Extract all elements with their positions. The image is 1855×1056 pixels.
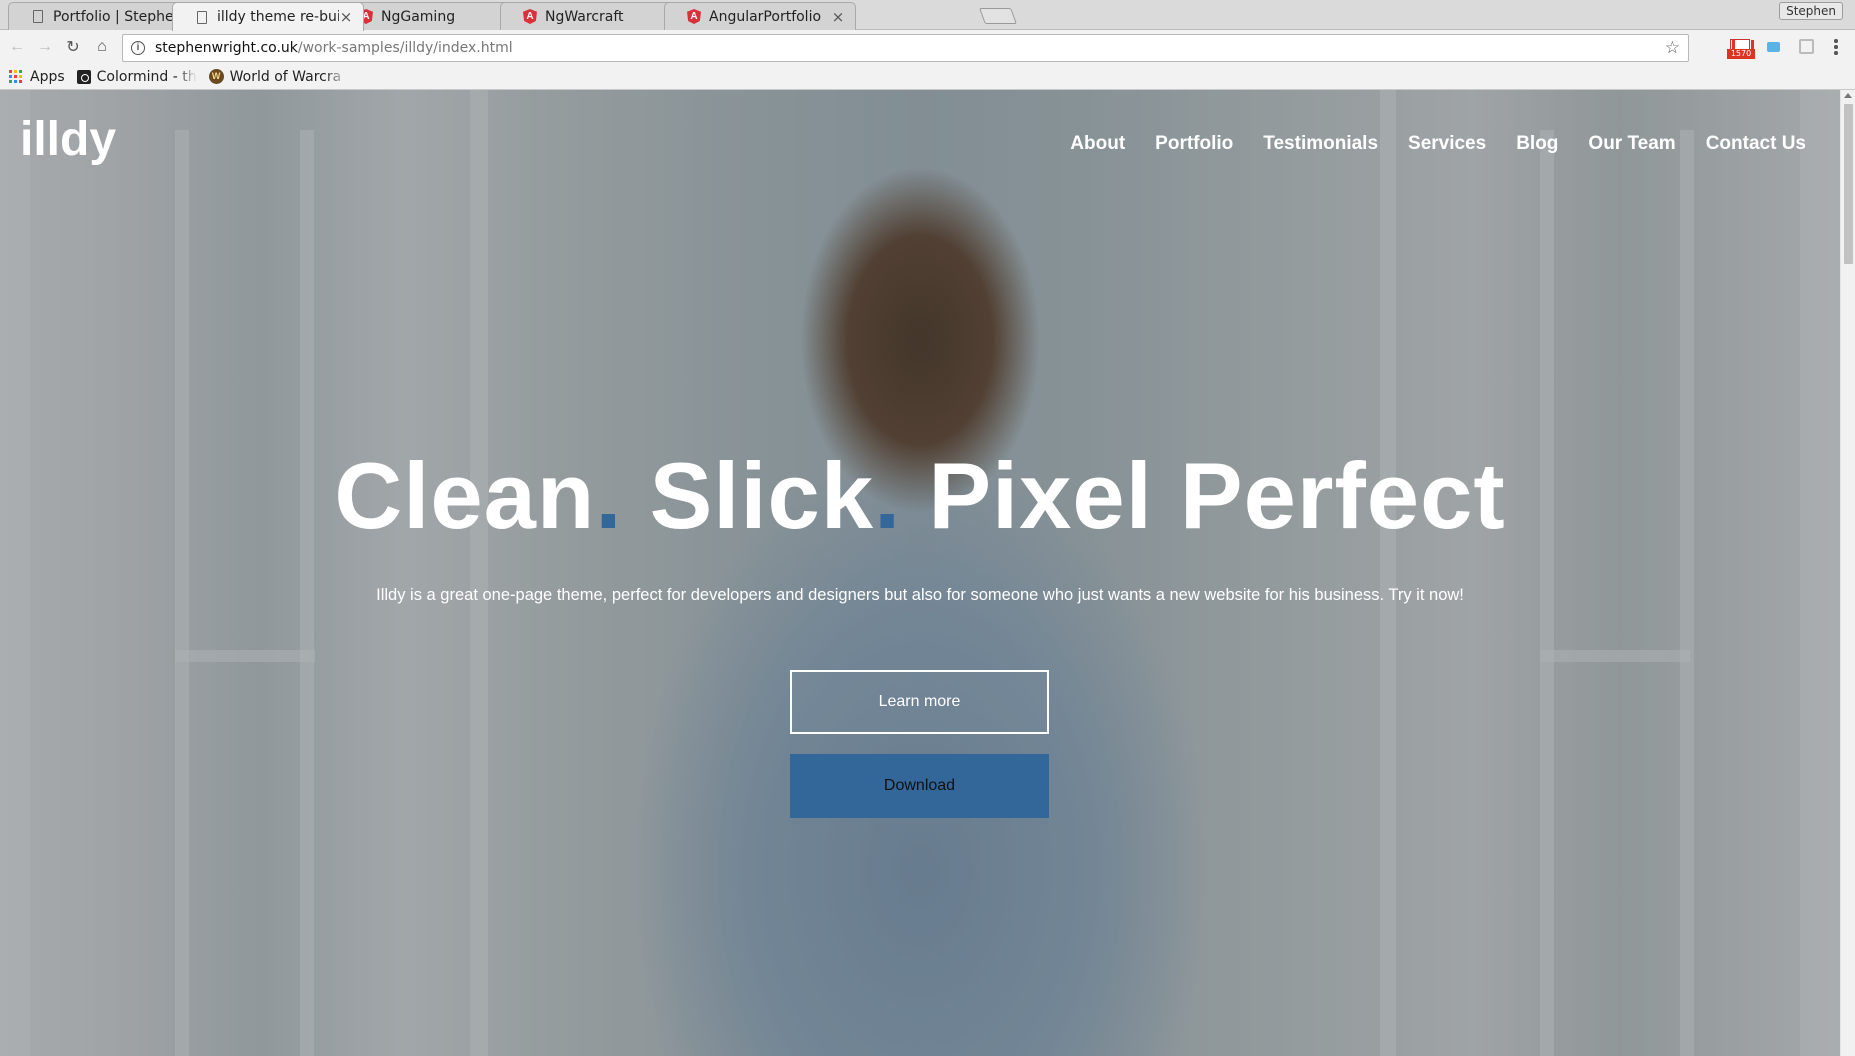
headline-word-1: Clean <box>334 443 596 548</box>
nav-blog[interactable]: Blog <box>1516 133 1558 155</box>
headline-word-3: Pixel Perfect <box>928 443 1506 548</box>
bookmarks-bar: Apps Colormind - the s W World of Warcra <box>0 64 1855 90</box>
hero-headline: Clean. Slick. Pixel Perfect <box>0 442 1840 550</box>
home-icon[interactable]: ⌂ <box>91 36 113 58</box>
bookmark-colormind[interactable]: Colormind - the s <box>76 68 197 85</box>
learn-more-button[interactable]: Learn more <box>790 670 1049 734</box>
browser-toolbar: ← → ↻ ⌂ i stephenwright.co.uk/work-sampl… <box>0 30 1855 64</box>
nav-our-team[interactable]: Our Team <box>1588 133 1675 155</box>
tab-title: NgWarcraft <box>545 8 624 25</box>
download-button[interactable]: Download <box>790 754 1049 818</box>
site-nav: About Portfolio Testimonials Services Bl… <box>1070 133 1806 155</box>
chat-extension-icon[interactable] <box>1767 39 1783 57</box>
reload-icon[interactable]: ↻ <box>62 36 84 58</box>
tab-title: AngularPortfolio <box>709 8 822 25</box>
profile-button[interactable]: Stephen <box>1779 2 1843 20</box>
new-tab-button[interactable] <box>979 8 1017 24</box>
info-icon[interactable]: i <box>131 41 145 55</box>
hero-subtitle: Illdy is a great one-page theme, perfect… <box>376 586 1464 604</box>
nav-contact-us[interactable]: Contact Us <box>1706 133 1806 155</box>
address-bar[interactable]: i stephenwright.co.uk/work-samples/illdy… <box>122 34 1689 62</box>
bookmark-label: Apps <box>30 68 65 85</box>
angular-icon <box>523 9 537 24</box>
headline-word-2: Slick <box>649 443 875 548</box>
page-scrollbar[interactable] <box>1840 90 1855 1056</box>
hero-overlay <box>0 90 1840 1056</box>
close-icon[interactable]: × <box>339 8 353 26</box>
tab-title: NgGaming <box>381 8 456 25</box>
forward-icon[interactable]: → <box>34 36 56 58</box>
url-path: /work-samples/illdy/index.html <box>297 40 513 56</box>
url-host: stephenwright.co.uk <box>155 40 298 56</box>
close-icon[interactable]: × <box>831 8 845 26</box>
nav-about[interactable]: About <box>1070 133 1125 155</box>
headline-dot: . <box>595 443 623 548</box>
colormind-icon <box>76 69 91 84</box>
bookmark-label: Colormind - the s <box>96 68 197 85</box>
document-icon <box>195 10 209 24</box>
site-logo[interactable]: illdy <box>20 112 116 167</box>
page-viewport: illdy About Portfolio Testimonials Servi… <box>0 90 1840 1056</box>
bookmark-apps[interactable]: Apps <box>9 69 65 85</box>
bookmark-label: World of Warcra <box>229 68 342 85</box>
bookmark-world-of-warcraft[interactable]: W World of Warcra <box>208 68 348 85</box>
wow-icon: W <box>208 69 224 84</box>
angular-icon <box>687 9 701 24</box>
gmail-extension-icon[interactable]: 1570 <box>1727 39 1755 59</box>
nav-services[interactable]: Services <box>1408 133 1486 155</box>
browser-tab-strip: Portfolio | Stephen × illdy theme re-bui… <box>0 0 1855 31</box>
nav-portfolio[interactable]: Portfolio <box>1155 133 1233 155</box>
tab-illdy[interactable]: illdy theme re-built × <box>172 2 364 31</box>
kebab-menu-icon[interactable] <box>1833 38 1839 56</box>
scroll-up-arrow-icon[interactable] <box>1844 93 1852 98</box>
document-icon <box>31 10 45 24</box>
scrollbar-thumb[interactable] <box>1844 104 1853 264</box>
back-icon[interactable]: ← <box>6 36 28 58</box>
gmail-unread-badge: 1570 <box>1727 49 1755 59</box>
headline-dot: . <box>874 443 902 548</box>
bookmark-star-icon[interactable]: ☆ <box>1665 38 1680 58</box>
tab-title: illdy theme re-built <box>217 9 339 25</box>
nav-testimonials[interactable]: Testimonials <box>1263 133 1378 155</box>
apps-icon <box>9 70 22 83</box>
tab-angularportfolio[interactable]: AngularPortfolio × <box>664 2 856 30</box>
tab-title: Portfolio | Stephen <box>53 8 175 25</box>
extension-icon[interactable] <box>1799 39 1817 57</box>
